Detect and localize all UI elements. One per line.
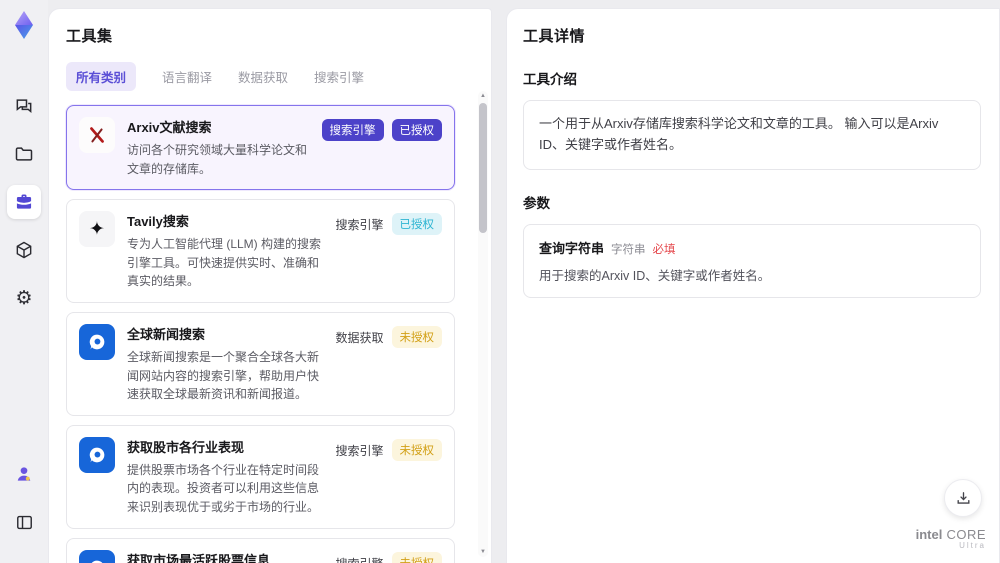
user-avatar-icon[interactable] [7,457,41,491]
tool-item-arxiv[interactable]: Arxiv文献搜索 访问各个研究领域大量科学论文和文章的存储库。 搜索引擎 已授… [66,105,455,191]
category-tabs: 所有类别 语言翻译 数据获取 搜索引擎 [66,62,469,91]
tool-item-most-active-stocks[interactable]: 获取市场最活跃股票信息 提供当天交易量最高的股票列表，投资者可以利用这些信息来识… [66,537,455,563]
scrollbar-thumb[interactable] [479,103,487,233]
param-description: 用于搜索的Arxiv ID、关键字或作者姓名。 [539,268,771,283]
tab-data-fetch[interactable]: 数据获取 [238,62,288,91]
arxiv-icon [79,117,115,153]
params-section-title: 参数 [523,195,550,211]
list-scrollbar[interactable]: ▲ ▼ [478,91,488,557]
tab-all-categories[interactable]: 所有类别 [66,62,137,91]
status-badge: 已授权 [391,213,442,236]
app-logo [10,10,38,45]
tool-title: 全球新闻搜索 [127,326,206,342]
app-sidebar: ⚙ [0,0,48,563]
scroll-up-arrow[interactable]: ▲ [478,91,488,101]
status-badge: 未授权 [391,551,442,563]
panel-toggle-icon[interactable] [7,505,41,539]
status-badge: 未授权 [391,438,442,461]
param-box: 查询字符串 字符串 必填 用于搜索的Arxiv ID、关键字或作者姓名。 [523,223,981,298]
scroll-down-arrow[interactable]: ▼ [478,547,488,557]
category-label: 搜索引擎 [335,443,384,458]
tool-title: Arxiv文献搜索 [127,120,212,135]
category-label: 数据获取 [335,330,384,345]
news-app-icon [79,549,115,563]
intro-box: 一个用于从Arxiv存储库搜索科学论文和文章的工具。 输入可以是Arxiv ID… [523,100,981,170]
tab-translation[interactable]: 语言翻译 [162,62,212,91]
settings-gear-icon[interactable]: ⚙ [7,281,41,315]
tool-item-sector-performance[interactable]: 获取股市各行业表现 提供股票市场各个行业在特定时间段内的表现。投资者可以利用这些… [66,424,455,529]
chat-icon[interactable] [7,89,41,123]
category-label: 搜索引擎 [335,218,384,233]
intro-section-title: 工具介绍 [523,72,577,87]
news-app-icon [79,436,115,473]
category-label: 搜索引擎 [335,552,383,563]
page-title: 工具集 [66,28,113,45]
tool-list-panel: 工具集 所有类别 语言翻译 数据获取 搜索引擎 Arxiv文献搜索 访问各个研究… [48,8,492,563]
intel-core-logo: intel core Ultra [915,526,986,551]
param-required-flag: 必填 [652,243,676,256]
tool-list: Arxiv文献搜索 访问各个研究领域大量科学论文和文章的存储库。 搜索引擎 已授… [66,105,469,563]
package-icon[interactable] [7,233,41,267]
tool-description: 全球新闻搜索是一个聚合全球各大新闻网站内容的搜索引擎，帮助用户快速获取全球最新资… [127,349,320,402]
tab-search-engine[interactable]: 搜索引擎 [314,62,364,91]
tavily-star-icon: ✦ [79,211,115,248]
tool-description: 访问各个研究领域大量科学论文和文章的存储库。 [127,143,308,176]
tool-item-tavily[interactable]: ✦ Tavily搜索 专为人工智能代理 (LLM) 构建的搜索引擎工具。可快速提… [66,199,455,303]
download-button[interactable] [944,479,982,517]
status-badge: 未授权 [391,325,442,348]
folder-icon[interactable] [7,137,41,171]
tool-title: Tavily搜索 [127,214,189,230]
intro-text: 一个用于从Arxiv存储库搜索科学论文和文章的工具。 输入可以是Arxiv ID… [539,116,939,152]
param-type: 字符串 [611,243,646,256]
tool-description: 专为人工智能代理 (LLM) 构建的搜索引擎工具。可快速提供实时、准确和真实的结… [127,237,322,289]
param-name: 查询字符串 [539,240,605,256]
tool-title: 获取股市各行业表现 [127,439,245,455]
detail-title: 工具详情 [523,28,586,45]
status-badge: 已授权 [391,119,442,141]
toolbox-icon[interactable] [7,185,41,219]
news-app-icon [79,323,115,360]
tool-item-global-news[interactable]: 全球新闻搜索 全球新闻搜索是一个聚合全球各大新闻网站内容的搜索引擎，帮助用户快速… [66,311,455,416]
category-badge: 搜索引擎 [321,119,384,141]
tool-title: 获取市场最活跃股票信息 [127,552,271,563]
tool-description: 提供股票市场各个行业在特定时间段内的表现。投资者可以利用这些信息来识别表现优于或… [127,462,320,514]
tool-detail-panel: 工具详情 工具介绍 一个用于从Arxiv存储库搜索科学论文和文章的工具。 输入可… [506,8,1000,563]
